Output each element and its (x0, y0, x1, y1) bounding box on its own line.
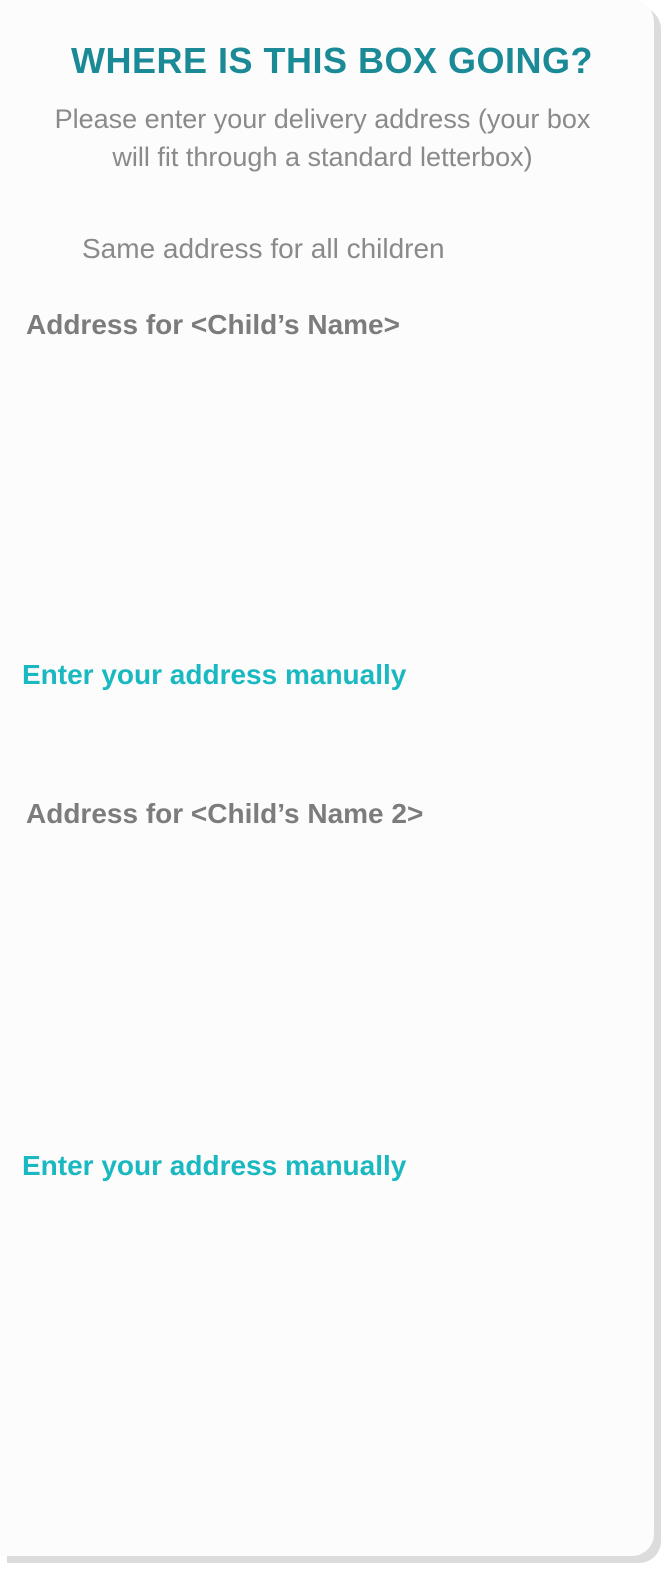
child-2-enter-address-manually-link[interactable]: Enter your address manually (22, 1150, 406, 1182)
child-1-address-label: Address for <Child’s Name> (26, 309, 400, 340)
page-title: WHERE IS THIS BOX GOING? (70, 40, 594, 81)
same-address-option[interactable]: Same address for all children (26, 226, 546, 272)
child-1-enter-address-manually-link[interactable]: Enter your address manually (22, 659, 406, 691)
child-1-address-area (22, 356, 632, 646)
same-address-label: Same address for all children (82, 233, 445, 264)
child-2-address-label: Address for <Child’s Name 2> (26, 798, 424, 829)
page-subtitle: Please enter your delivery address (your… (54, 104, 591, 172)
address-card: WHERE IS THIS BOX GOING? Please enter yo… (0, 0, 654, 1556)
child-2-address-area (22, 846, 632, 1136)
same-address-checkbox[interactable] (26, 234, 56, 264)
